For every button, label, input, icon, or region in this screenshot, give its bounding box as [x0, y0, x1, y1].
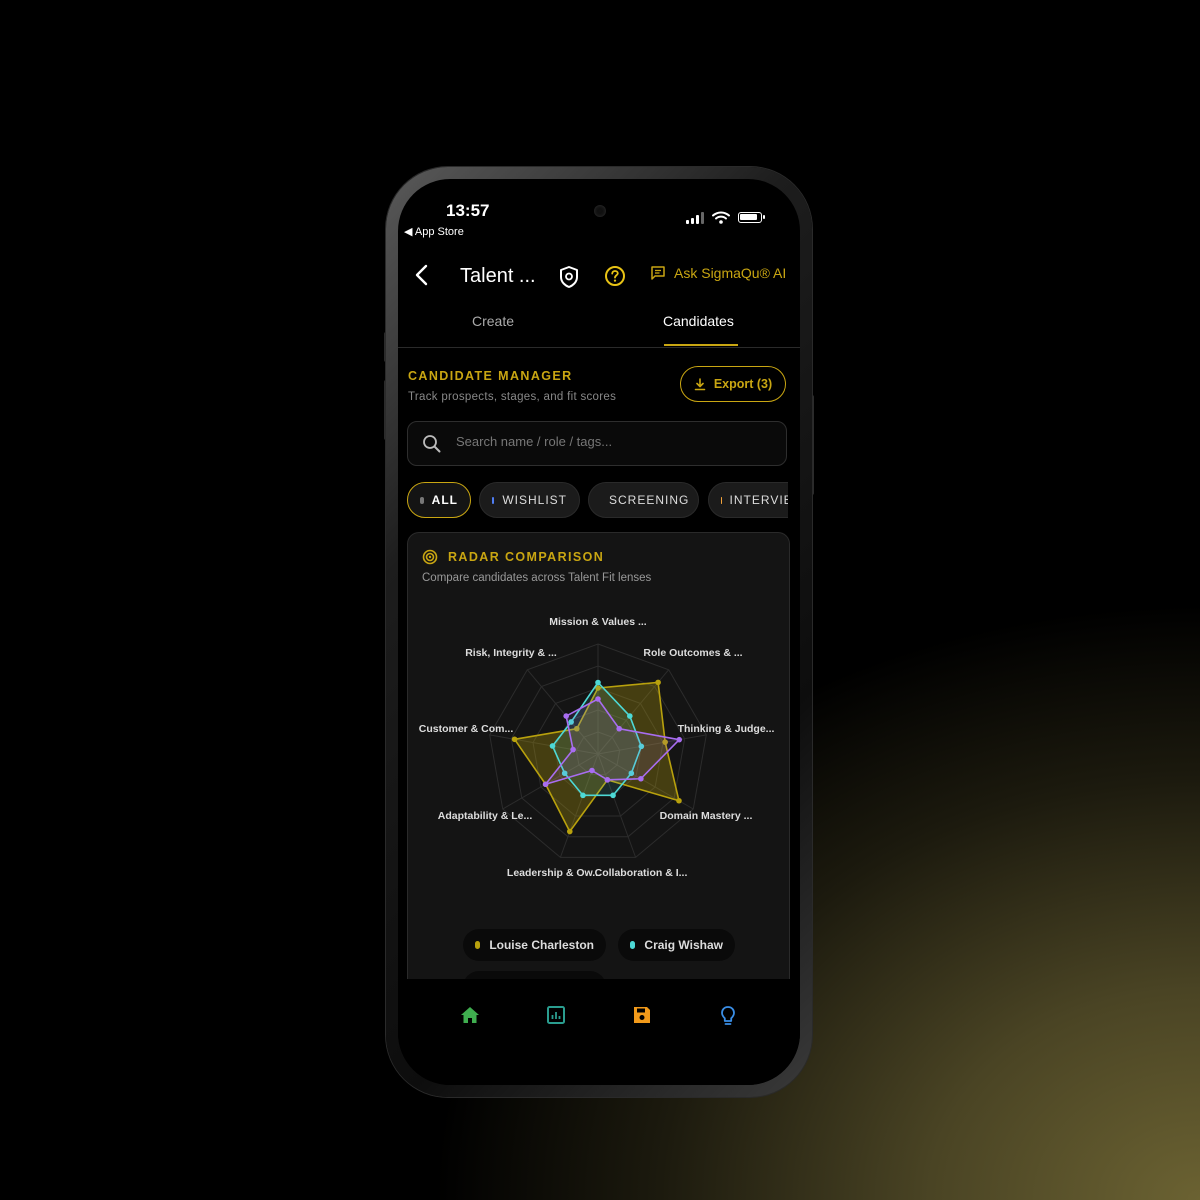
filter-chip-all[interactable]: ALL [407, 482, 471, 518]
help-icon[interactable] [604, 265, 626, 287]
chart-icon[interactable] [546, 1005, 566, 1025]
radar-axis-label: Customer & Com... [419, 723, 514, 735]
signal-icon [686, 211, 704, 224]
export-label: Export (3) [713, 377, 773, 391]
search-box [407, 421, 787, 466]
filter-chip-interview[interactable]: INTERVIEW [708, 482, 788, 518]
wifi-icon [712, 211, 730, 224]
filter-dot [492, 496, 495, 504]
search-input[interactable] [456, 434, 776, 449]
filter-chip-wishlist[interactable]: WISHLIST [479, 482, 580, 518]
radar-point [511, 736, 518, 743]
radar-point [638, 775, 644, 782]
radar-axis-label: Risk, Integrity & ... [465, 647, 557, 659]
download-icon [694, 377, 706, 390]
radar-point [604, 777, 611, 783]
filter-chip-screening[interactable]: SCREENING [588, 482, 699, 518]
back-to-app-store[interactable]: ◀ App Store [404, 225, 464, 238]
radar-chart: Mission & Values ... Role Outcomes & ... T… [419, 616, 775, 879]
export-button[interactable]: Export (3) [680, 366, 786, 402]
search-icon [423, 435, 441, 453]
radar-point [676, 736, 683, 743]
tab-candidates[interactable]: Candidates [663, 313, 734, 329]
save-icon[interactable] [632, 1005, 652, 1025]
back-arrow-icon[interactable] [412, 263, 432, 287]
app-bar: Talent ... Ask SigmaQu® AI [398, 249, 800, 303]
radar-axis-label: Collaboration & I... [595, 867, 688, 879]
lightbulb-icon[interactable] [718, 1005, 738, 1027]
radar-card: RADAR COMPARISON Compare candidates acro… [407, 532, 790, 993]
tab-create[interactable]: Create [472, 313, 514, 329]
ask-ai-button[interactable]: Ask SigmaQu® AI [650, 265, 786, 281]
phone-frame: 13:57 ◀ App Store Talent ... Ask SigmaQu… [386, 167, 812, 1097]
active-tab-indicator [664, 344, 738, 346]
section-title: CANDIDATE MANAGER [408, 369, 573, 383]
status-time: 13:57 [446, 201, 490, 220]
filter-label: SCREENING [609, 493, 690, 507]
page-title: Talent ... [460, 265, 536, 287]
radar-axis-label: Role Outcomes & ... [643, 647, 742, 659]
filter-label: WISHLIST [502, 493, 567, 507]
radar-subtitle: Compare candidates across Talent Fit len… [422, 572, 652, 584]
radar-axis-label: Leadership & Ow... [507, 867, 601, 879]
radar-title: RADAR COMPARISON [448, 550, 605, 564]
radar-axis-label: Adaptability & Le... [438, 810, 533, 822]
radar-point [676, 797, 682, 804]
radar-point [542, 781, 549, 788]
radar-axis-label: Domain Mastery ... [660, 810, 753, 822]
phone-screen: 13:57 ◀ App Store Talent ... Ask SigmaQu… [398, 179, 800, 1085]
legend-label: Louise Charleston [489, 938, 594, 952]
filter-dot [420, 496, 424, 504]
radar-point [595, 679, 601, 686]
radar-point [610, 792, 616, 799]
ask-ai-label: Ask SigmaQu® AI [674, 265, 787, 281]
radar-axis-label: Mission & Values ... [549, 616, 647, 628]
filter-chips: ALL WISHLIST SCREENING INTERVIEW [407, 481, 788, 521]
radar-point [627, 713, 633, 719]
radar-point [580, 792, 586, 799]
filter-label: ALL [431, 493, 458, 507]
filter-dot [721, 496, 722, 504]
home-icon[interactable] [460, 1005, 480, 1025]
legend-dot [630, 941, 636, 949]
status-icons [686, 211, 765, 224]
radar-point [595, 696, 601, 702]
radar-point [563, 713, 569, 719]
chat-icon [651, 266, 665, 280]
radar-point [589, 767, 595, 774]
legend-item-louise[interactable]: Louise Charleston [463, 929, 606, 961]
radar-point [566, 828, 573, 835]
legend-item-craig[interactable]: Craig Wishaw [618, 929, 735, 961]
target-icon [422, 549, 438, 565]
radar-point [549, 743, 556, 749]
bottom-nav [398, 979, 800, 1085]
legend-label: Craig Wishaw [644, 938, 723, 952]
radar-point [616, 725, 623, 732]
radar-point [655, 679, 661, 686]
section-subtitle: Track prospects, stages, and fit scores [408, 391, 617, 403]
battery-icon [738, 212, 765, 223]
filter-label: INTERVIEW [729, 493, 788, 507]
radar-axis-label: Thinking & Judge... [678, 723, 775, 735]
tab-bar: Create Candidates [398, 303, 800, 348]
front-camera [594, 205, 606, 217]
shield-icon[interactable] [558, 265, 580, 289]
radar-point [570, 746, 576, 753]
legend-dot [475, 941, 481, 949]
